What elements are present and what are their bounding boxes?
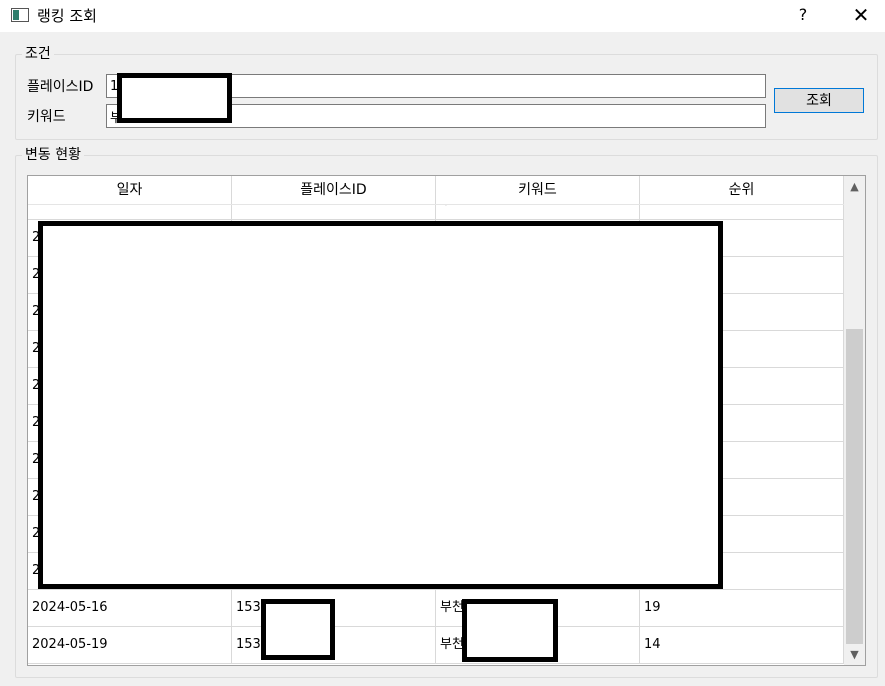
cell-keyword: 부천 xyxy=(436,204,640,219)
column-header-place-id[interactable]: 플레이스ID xyxy=(232,176,436,204)
redaction-box xyxy=(261,599,335,660)
cell-date: 2024-05-10 xyxy=(28,204,232,219)
window-title: 랭킹 조회 xyxy=(37,7,97,25)
scrollbar-thumb[interactable] xyxy=(846,329,863,644)
table-row[interactable]: 2024-05-101538545500부천20 xyxy=(28,204,844,220)
window-app-icon xyxy=(11,8,29,22)
cell-date: 2024-05-19 xyxy=(28,627,232,663)
cell-rank: 20 xyxy=(640,204,844,219)
column-header-keyword[interactable]: 키워드 xyxy=(436,176,640,204)
table-header: 일자 플레이스ID 키워드 순위 xyxy=(28,176,844,205)
column-header-rank[interactable]: 순위 xyxy=(640,176,844,204)
search-button[interactable]: 조회 xyxy=(774,88,864,113)
redaction-box xyxy=(117,73,232,123)
chevron-up-icon[interactable]: ▲ xyxy=(844,178,865,195)
cell-rank: 19 xyxy=(640,590,844,626)
criteria-group-title: 조건 xyxy=(22,46,54,62)
results-group-title: 변동 현황 xyxy=(22,147,84,163)
close-button[interactable]: ✕ xyxy=(846,2,876,28)
keyword-label: 키워드 xyxy=(27,109,66,125)
place-id-label: 플레이스ID xyxy=(27,79,94,95)
table-row[interactable]: 2024-05-19 1538 부천 14 xyxy=(28,627,844,664)
redaction-box xyxy=(462,599,558,662)
column-header-date[interactable]: 일자 xyxy=(28,176,232,204)
table-row[interactable]: 2024-05-16 1538 부천 19 xyxy=(28,590,844,627)
chevron-down-icon[interactable]: ▼ xyxy=(844,646,865,663)
vertical-scrollbar[interactable]: ▲ ▼ xyxy=(844,176,865,665)
title-bar: 랭킹 조회 ? ✕ xyxy=(0,0,885,32)
cell-rank: 14 xyxy=(640,627,844,663)
redaction-box xyxy=(38,221,723,589)
cell-place-id: 1538545500 xyxy=(232,204,436,219)
help-button[interactable]: ? xyxy=(790,4,816,26)
cell-date: 2024-05-16 xyxy=(28,590,232,626)
